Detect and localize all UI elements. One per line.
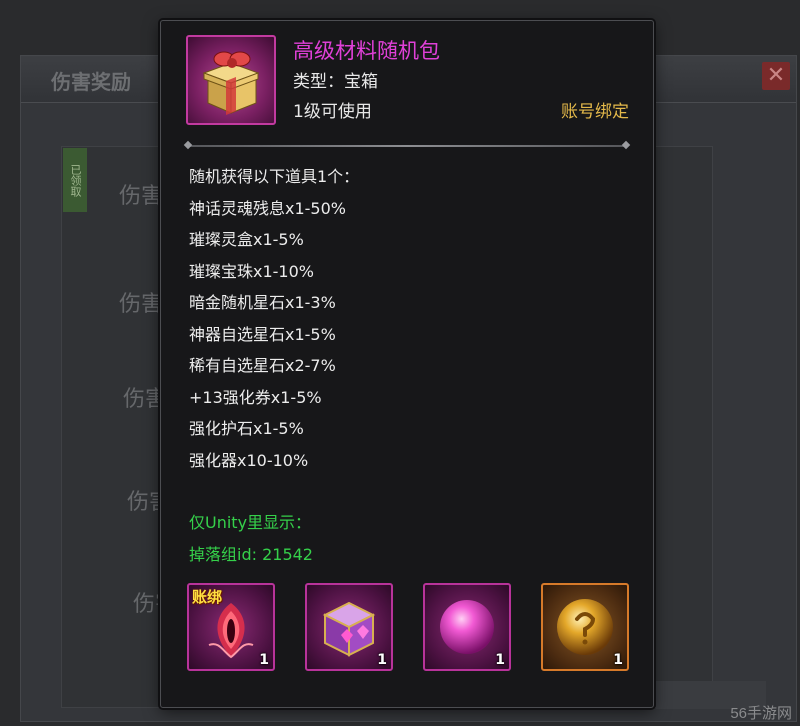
item-count: 1	[377, 652, 387, 668]
unity-debug-info: 仅Unity里显示： 掉落组id: 21542	[189, 507, 313, 571]
claimed-tag: 已领取	[63, 148, 87, 212]
description-line: 强化器x10-10%	[189, 450, 309, 470]
description-line: 稀有自选星石x2-7%	[189, 356, 336, 375]
background-title: 伤害奖励	[51, 70, 131, 94]
background-row-label: 伤害	[119, 184, 164, 209]
item-name: 高级材料随机包	[293, 39, 440, 63]
description-line: 暗金随机星石x1-3%	[189, 293, 336, 312]
divider	[187, 145, 627, 147]
item-count: 1	[495, 652, 505, 668]
reward-slot[interactable]: 1	[541, 583, 629, 671]
drop-group-id: 掉落组id: 21542	[189, 545, 313, 564]
item-bind-status: 账号绑定	[561, 102, 629, 122]
description-line: 强化护石x1-5%	[189, 419, 304, 438]
description-line: +13强化券x1-5%	[189, 387, 322, 407]
item-tooltip: 高级材料随机包 类型：宝箱 1级可使用 账号绑定 随机获得以下道具1个： 神话灵…	[160, 20, 654, 708]
watermark: 56手游网	[730, 705, 792, 722]
description-line: 璀璨灵盒x1-5%	[189, 230, 304, 249]
description-line: 随机获得以下道具1个：	[189, 167, 360, 186]
description-line: 璀璨宝珠x1-10%	[189, 261, 314, 281]
item-description: 随机获得以下道具1个： 神话灵魂残息x1-50% 璀璨灵盒x1-5% 璀璨宝珠x…	[189, 161, 629, 476]
background-row-label: 伤害	[119, 292, 164, 317]
item-count: 1	[259, 652, 269, 668]
close-icon[interactable]: ✕	[762, 62, 790, 90]
unity-only-label: 仅Unity里显示：	[189, 513, 312, 532]
description-line: 神器自选星石x1-5%	[189, 324, 336, 344]
gift-box-icon	[186, 35, 276, 125]
reward-slot[interactable]: 1	[305, 583, 393, 671]
reward-slot[interactable]: 账绑 1	[187, 583, 275, 671]
item-level-requirement: 1级可使用	[293, 102, 372, 122]
bound-badge: 账绑	[192, 588, 223, 606]
reward-slot[interactable]: 1	[423, 583, 511, 671]
description-line: 神话灵魂残息x1-50%	[189, 198, 346, 218]
reward-slots: 账绑 1 1 1 1	[187, 583, 637, 673]
item-type: 类型：宝箱	[293, 72, 378, 92]
item-count: 1	[613, 652, 623, 668]
